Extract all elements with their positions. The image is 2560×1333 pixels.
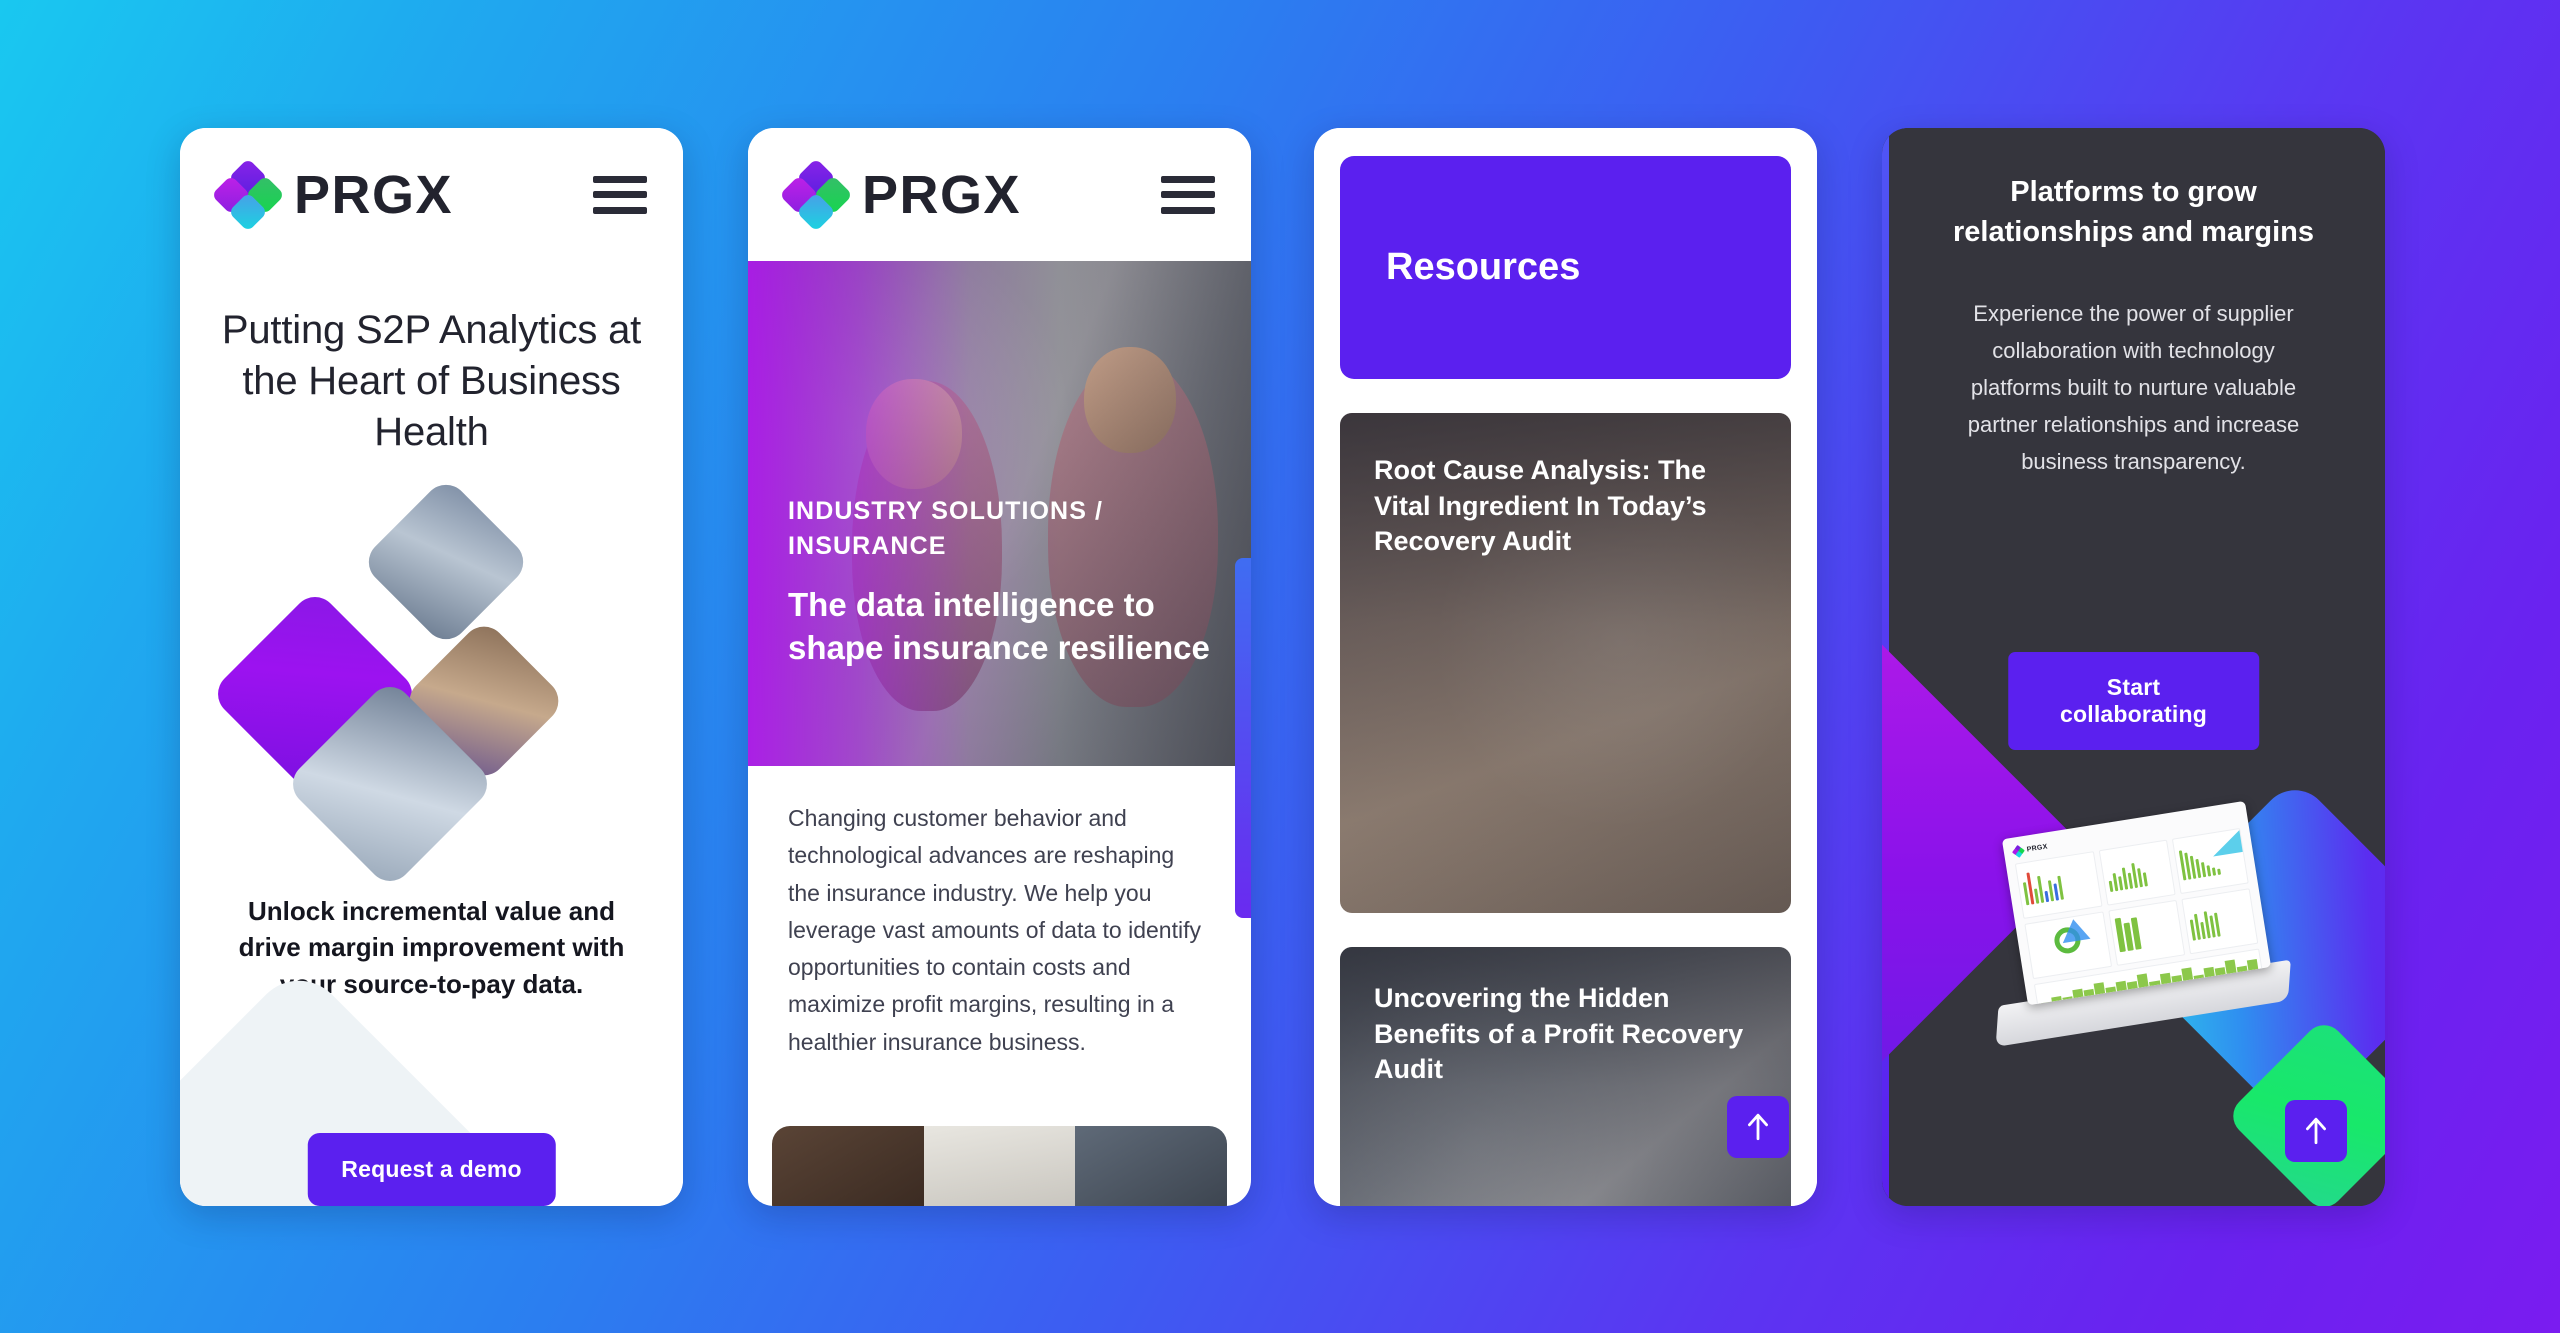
- article-card-2[interactable]: Uncovering the Hidden Benefits of a Prof…: [1340, 947, 1791, 1206]
- start-collaborating-button[interactable]: Start collaborating: [2007, 652, 2260, 750]
- dashboard-accent-triangle-blue: [2059, 917, 2091, 944]
- phone-mockup-home: PRGX Putting S2P Analytics at the Heart …: [180, 128, 683, 1206]
- brand-wordmark: PRGX: [862, 164, 1022, 225]
- header-nav-home: PRGX: [180, 128, 683, 261]
- home-body: Putting S2P Analytics at the Heart of Bu…: [180, 305, 683, 1206]
- screen-resources: Resources Root Cause Analysis: The Vital…: [1314, 128, 1817, 1206]
- phone-mockup-resources: Resources Root Cause Analysis: The Vital…: [1314, 128, 1817, 1206]
- insurance-paragraph: Changing customer behavior and technolog…: [788, 805, 1201, 1055]
- prgx-diamond-logo-icon: [2011, 844, 2025, 858]
- dashboard-panel-columns: [2107, 899, 2185, 966]
- hero-eyebrow: INDUSTRY SOLUTIONS / INSURANCE: [788, 496, 1104, 561]
- platforms-paragraph: Experience the power of supplier collabo…: [1967, 301, 2300, 474]
- hero-copy: INDUSTRY SOLUTIONS / INSURANCE The data …: [788, 494, 1211, 670]
- screen-home: PRGX Putting S2P Analytics at the Heart …: [180, 128, 683, 1206]
- prgx-diamond-logo-icon: [211, 157, 285, 232]
- dashboard-panel-misc: [2181, 888, 2259, 955]
- dashboard-panel-table: [2098, 839, 2176, 906]
- diamond-photo-collage: [180, 475, 683, 890]
- phone-mockup-platforms: Platforms to grow relationships and marg…: [1882, 128, 2385, 1206]
- scroll-to-top-button[interactable]: [1727, 1096, 1789, 1158]
- header-nav-insurance: PRGX: [748, 128, 1251, 261]
- prgx-diamond-logo-icon: [779, 157, 853, 232]
- article-2-title: Uncovering the Hidden Benefits of a Prof…: [1374, 983, 1744, 1085]
- arrow-up-icon: [1748, 1113, 1768, 1141]
- dashboard-wordmark: PRGX: [2026, 843, 2049, 854]
- collage-diamond-top: [359, 475, 533, 648]
- brand-logo-insurance[interactable]: PRGX: [779, 157, 1022, 232]
- article-1-title: Root Cause Analysis: The Vital Ingredien…: [1374, 455, 1707, 557]
- insurance-hero-banner: INDUSTRY SOLUTIONS / INSURANCE The data …: [748, 261, 1251, 766]
- phone-mockup-insurance: PRGX INDUSTRY SOLUTIONS / INSURANCE The …: [748, 128, 1251, 1206]
- decorative-edge-bar: [1235, 558, 1251, 918]
- dashboard-accent-triangle-cyan: [2209, 830, 2243, 857]
- hamburger-menu-icon[interactable]: [593, 175, 647, 214]
- request-demo-button[interactable]: Request a demo: [307, 1133, 556, 1206]
- screen-platforms: Platforms to grow relationships and marg…: [1882, 128, 2385, 1206]
- brand-wordmark: PRGX: [294, 164, 454, 225]
- article-card-1[interactable]: Root Cause Analysis: The Vital Ingredien…: [1340, 413, 1791, 913]
- mockup-stage: PRGX Putting S2P Analytics at the Heart …: [0, 0, 2560, 1333]
- hamburger-menu-icon[interactable]: [1161, 175, 1215, 214]
- brand-logo-home[interactable]: PRGX: [211, 157, 454, 232]
- resources-title: Resources: [1386, 246, 1581, 288]
- platforms-heading: Platforms to grow relationships and marg…: [1953, 176, 2314, 249]
- arrow-up-icon: [2306, 1117, 2326, 1145]
- dashboard-panel-bars: [2014, 851, 2103, 919]
- resources-hero: Resources: [1340, 156, 1791, 379]
- insurance-bottom-photo: [772, 1126, 1227, 1206]
- laptop-illustration: PRGX: [1968, 798, 2299, 1091]
- hero-heading: The data intelligence to shape insurance…: [788, 585, 1210, 667]
- scroll-to-top-button[interactable]: [2285, 1100, 2347, 1162]
- screen-insurance: PRGX INDUSTRY SOLUTIONS / INSURANCE The …: [748, 128, 1251, 1206]
- page-title: Putting S2P Analytics at the Heart of Bu…: [221, 308, 642, 455]
